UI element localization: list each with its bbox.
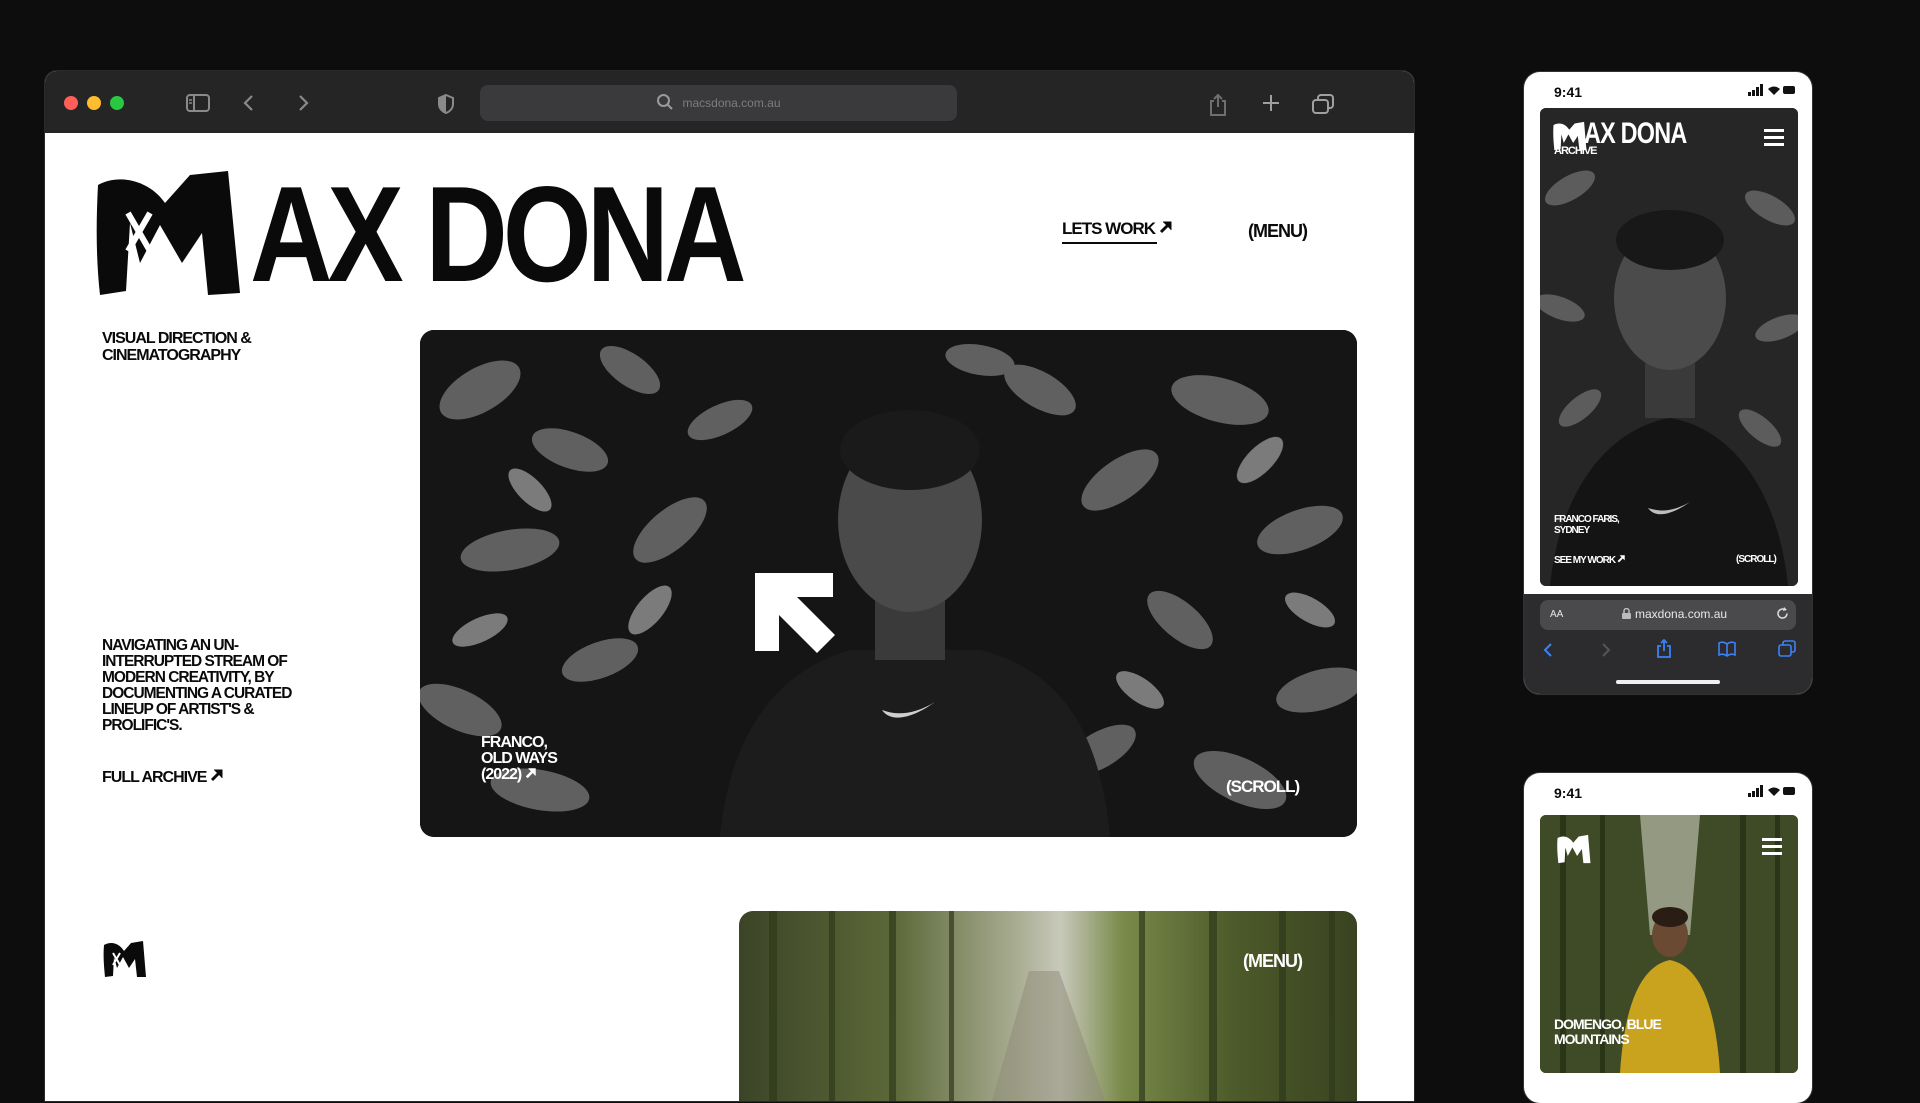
scroll-indicator[interactable]: (SCROLL) bbox=[1736, 554, 1777, 565]
arrow-up-left-icon bbox=[755, 573, 835, 658]
phone-caption-line: FRANCO FARIS, bbox=[1554, 514, 1620, 525]
phone-caption: FRANCO FARIS, SYDNEY bbox=[1554, 514, 1620, 536]
lets-work-link[interactable]: LETS WORK bbox=[1062, 219, 1173, 239]
phone-caption-line: MOUNTAINS bbox=[1554, 1031, 1630, 1047]
tagline: VISUAL DIRECTION & CINEMATOGRAPHY bbox=[102, 330, 362, 364]
back-icon[interactable] bbox=[1542, 642, 1554, 663]
signal-icon bbox=[1748, 83, 1796, 99]
phone-caption-line: DOMENGO, BLUE bbox=[1554, 1016, 1662, 1032]
tabs-icon[interactable] bbox=[1778, 640, 1796, 663]
see-my-work-label: SEE MY WORK bbox=[1554, 555, 1616, 566]
forward-icon[interactable] bbox=[296, 93, 310, 117]
hamburger-menu-icon[interactable] bbox=[1762, 837, 1782, 860]
back-icon[interactable] bbox=[242, 93, 256, 117]
arrow-up-right-icon bbox=[525, 766, 537, 783]
tagline-line: CINEMATOGRAPHY bbox=[102, 347, 241, 364]
scroll-indicator[interactable]: (SCROLL) bbox=[1226, 777, 1300, 797]
description-line: PROLIFIC'S. bbox=[102, 717, 183, 734]
sidebar-icon[interactable] bbox=[186, 93, 210, 117]
hero-caption-line: OLD WAYS bbox=[481, 750, 558, 767]
phone-screen: DOMENGO, BLUE MOUNTAINS bbox=[1540, 815, 1798, 1073]
home-indicator bbox=[1616, 680, 1720, 684]
hero-caption-line: FRANCO, bbox=[481, 734, 548, 751]
lets-work-underline bbox=[1062, 242, 1157, 244]
full-archive-label: FULL ARCHIVE bbox=[102, 769, 207, 786]
forest-illustration bbox=[769, 911, 1335, 1101]
phone-screen: AX DONA ARCHIVE FRANCO FARIS, SYDNEY SEE… bbox=[1540, 108, 1798, 586]
minimize-window-button[interactable] bbox=[87, 96, 101, 110]
phone-url-text: maxdona.com.au bbox=[1635, 607, 1728, 621]
share-icon[interactable] bbox=[1656, 638, 1672, 664]
description-line: NAVIGATING AN UN- bbox=[102, 637, 239, 654]
status-bar: 9:41 bbox=[1524, 773, 1812, 809]
share-icon[interactable] bbox=[1208, 93, 1228, 121]
arrow-up-right-icon bbox=[1617, 555, 1626, 566]
arrow-up-right-icon bbox=[1159, 219, 1173, 238]
zoom-window-button[interactable] bbox=[110, 96, 124, 110]
logo-mark-icon[interactable] bbox=[102, 939, 148, 984]
search-icon bbox=[656, 93, 674, 114]
tab-overview-icon[interactable] bbox=[1311, 93, 1335, 119]
phone-mockup: 9:41 AX DONA ARCHIVE FRANCO FARIS, SYDNE… bbox=[1524, 72, 1812, 694]
foliage-illustration bbox=[420, 330, 1357, 837]
logo-wordmark[interactable]: AX DONA bbox=[1584, 119, 1687, 149]
phone-caption: DOMENGO, BLUE MOUNTAINS bbox=[1554, 1016, 1662, 1047]
see-my-work-link[interactable]: SEE MY WORK bbox=[1554, 554, 1626, 566]
description-line: LINEUP OF ARTIST'S & bbox=[102, 701, 255, 718]
hero-caption-line: (2022) bbox=[481, 767, 557, 783]
new-tab-icon[interactable] bbox=[1261, 93, 1281, 117]
description: NAVIGATING AN UN- INTERRUPTED STREAM OF … bbox=[102, 638, 342, 734]
url-text: macsdona.com.au bbox=[682, 96, 781, 110]
description-line: DOCUMENTING A CURATED bbox=[102, 685, 292, 702]
tagline-line: VISUAL DIRECTION & bbox=[102, 330, 252, 347]
hero-image[interactable]: FRANCO, OLD WAYS (2022) (SCROLL) bbox=[420, 330, 1357, 837]
close-window-button[interactable] bbox=[64, 96, 78, 110]
reload-icon[interactable] bbox=[1776, 607, 1789, 623]
status-time: 9:41 bbox=[1554, 84, 1583, 100]
logo-wordmark[interactable]: AX DONA bbox=[250, 166, 747, 302]
logo-mark-icon[interactable] bbox=[1556, 833, 1592, 870]
address-bar[interactable]: macsdona.com.au bbox=[480, 85, 957, 121]
hero-caption-year: (2022) bbox=[481, 766, 522, 783]
bookmarks-icon[interactable] bbox=[1718, 641, 1736, 662]
phone-caption-line: SYDNEY bbox=[1554, 525, 1590, 536]
status-time: 9:41 bbox=[1554, 785, 1583, 801]
phone-mockup: 9:41 DOMENGO, BLUE MOUNTAINS bbox=[1524, 773, 1812, 1103]
phone-address-bar[interactable]: AA maxdona.com.au bbox=[1540, 600, 1796, 630]
description-line: MODERN CREATIVITY, BY bbox=[102, 669, 275, 686]
logo-mark-icon[interactable] bbox=[90, 163, 250, 308]
menu-button[interactable]: (MENU) bbox=[1248, 221, 1308, 242]
forward-icon[interactable] bbox=[1600, 642, 1612, 663]
status-bar: 9:41 bbox=[1524, 72, 1812, 108]
hamburger-menu-icon[interactable] bbox=[1764, 128, 1784, 151]
browser-toolbar: macsdona.com.au bbox=[45, 71, 1414, 134]
menu-button[interactable]: (MENU) bbox=[1243, 951, 1303, 972]
web-page: AX DONA LETS WORK (MENU) VISUAL DIRECTIO… bbox=[45, 133, 1414, 1101]
text-size-button[interactable]: AA bbox=[1550, 609, 1563, 620]
hero-caption-link[interactable]: FRANCO, OLD WAYS (2022) bbox=[481, 734, 558, 783]
privacy-shield-icon[interactable] bbox=[437, 93, 455, 119]
lock-icon bbox=[1622, 607, 1631, 622]
archive-label: ARCHIVE bbox=[1554, 145, 1598, 157]
arrow-up-right-icon bbox=[210, 769, 224, 786]
lets-work-label: LETS WORK bbox=[1062, 219, 1156, 238]
full-archive-link[interactable]: FULL ARCHIVE bbox=[102, 768, 224, 787]
forest-image[interactable]: (MENU) bbox=[739, 911, 1357, 1101]
description-line: INTERRUPTED STREAM OF bbox=[102, 653, 288, 670]
safari-bottom-bar: AA maxdona.com.au bbox=[1524, 594, 1812, 694]
browser-window: macsdona.com.au AX DONA LETS WORK (MENU)… bbox=[45, 71, 1414, 1101]
signal-icon bbox=[1748, 784, 1796, 800]
